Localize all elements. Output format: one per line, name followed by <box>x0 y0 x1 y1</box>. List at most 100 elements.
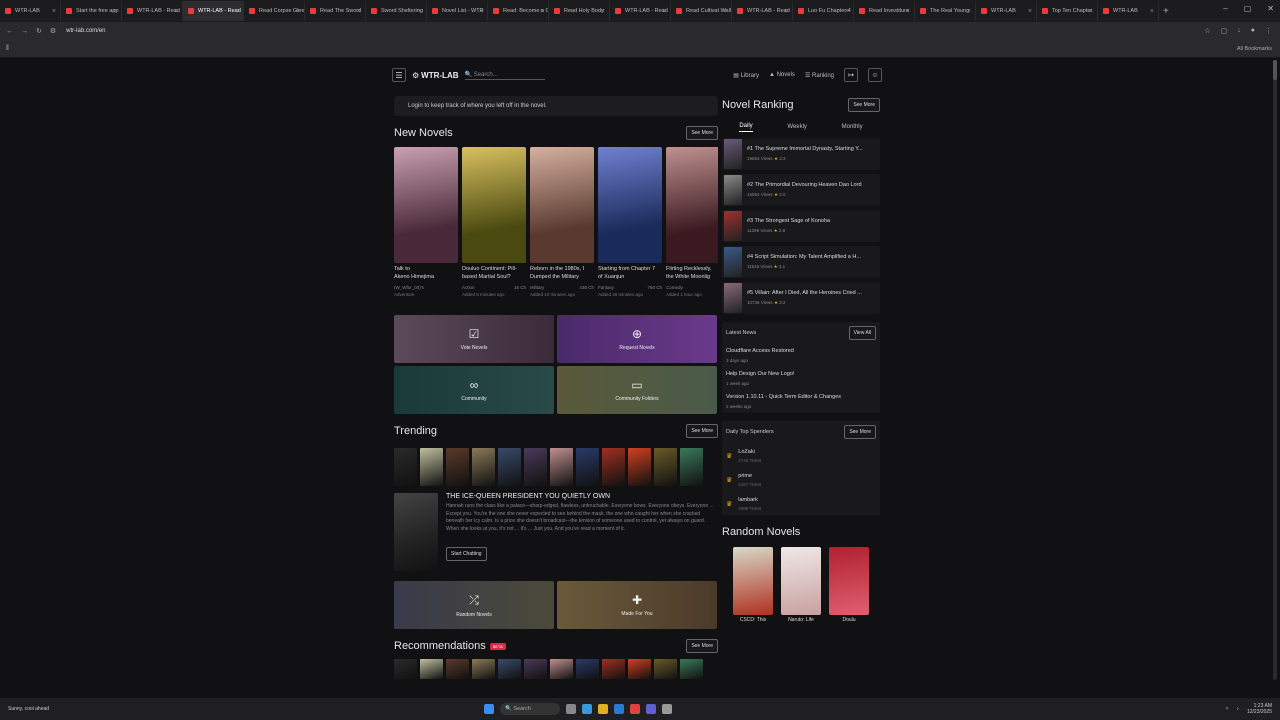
browser-tab[interactable]: Read: Become a Gl × <box>488 1 549 21</box>
novel-thumbnail[interactable] <box>394 659 417 679</box>
random-cover[interactable] <box>781 547 821 615</box>
random-cover[interactable] <box>829 547 869 615</box>
see-more-button[interactable]: See More <box>848 98 880 112</box>
see-more-button[interactable]: See More <box>844 425 876 439</box>
ranking-cover[interactable] <box>724 211 742 241</box>
random-novel[interactable]: Naruto: Life <box>781 547 821 623</box>
close-tab-icon[interactable]: × <box>113 8 117 15</box>
novel-thumbnail[interactable] <box>654 659 677 679</box>
novel-thumbnail[interactable] <box>472 448 495 486</box>
ranking-cover[interactable] <box>724 283 742 313</box>
discord-icon[interactable] <box>646 704 656 714</box>
novel-thumbnail[interactable] <box>472 659 495 679</box>
novel-cover[interactable] <box>530 147 594 263</box>
browser-tab[interactable]: Read Corpse Glee × <box>244 1 305 21</box>
novel-thumbnail[interactable] <box>420 659 443 679</box>
close-window-icon[interactable]: ✕ <box>1267 4 1274 13</box>
browser-tab[interactable]: Read Holy Body × <box>549 1 610 21</box>
spender-item[interactable]: ♛ lambark 2099 Ticket <box>726 497 876 511</box>
ranking-cover[interactable] <box>724 139 742 169</box>
file-explorer-icon[interactable] <box>598 704 608 714</box>
reload-icon[interactable]: ↻ <box>36 27 42 35</box>
browser-menu-icon[interactable]: ⋮ <box>1265 27 1272 35</box>
settings-icon[interactable] <box>662 704 672 714</box>
random-novel[interactable]: Doulu <box>829 547 869 623</box>
novel-card[interactable]: Flirting Recklessly, the White Moonlig Com… <box>666 147 718 307</box>
hamburger-menu-icon[interactable]: ☰ <box>392 68 406 82</box>
browser-tab[interactable]: WTR-LAB - Read × <box>610 1 671 21</box>
novel-cover[interactable] <box>462 147 526 263</box>
close-tab-icon[interactable]: × <box>418 8 422 15</box>
close-tab-icon[interactable]: × <box>296 8 300 15</box>
start-chatting-button[interactable]: Start Chatting <box>446 547 487 561</box>
browser-tab[interactable]: WTR-LAB - Read × <box>732 1 793 21</box>
extensions-icon[interactable]: ▢ <box>1221 27 1228 35</box>
novel-thumbnail[interactable] <box>680 659 703 679</box>
browser-tab[interactable]: The Real Young × <box>915 1 976 21</box>
taskbar-search[interactable]: 🔍 Search <box>500 703 560 715</box>
novel-thumbnail[interactable] <box>628 659 651 679</box>
nav-library[interactable]: ▤ Library <box>733 72 759 79</box>
close-tab-icon[interactable]: × <box>479 8 483 15</box>
quick-link-tile[interactable]: ⤮ Random Novels <box>394 581 554 629</box>
close-tab-icon[interactable]: × <box>174 8 178 15</box>
random-novel[interactable]: CSCD: This <box>733 547 773 623</box>
see-more-button[interactable]: See More <box>686 639 718 653</box>
novel-thumbnail[interactable] <box>602 448 625 486</box>
tab-daily[interactable]: Daily <box>739 123 753 132</box>
nav-novels[interactable]: ▲ Novels <box>769 72 795 78</box>
close-tab-icon[interactable]: × <box>784 8 788 15</box>
browser-tab[interactable]: Start the free app × <box>61 1 122 21</box>
quick-link-tile[interactable]: ✚ Made For You <box>557 581 717 629</box>
page-scrollbar[interactable] <box>1273 60 1277 680</box>
novel-thumbnail[interactable] <box>446 448 469 486</box>
profile-icon[interactable]: ● <box>1251 27 1255 35</box>
chrome-icon[interactable] <box>630 704 640 714</box>
ranking-item[interactable]: #2 The Primordial Devouring Heaven Dao L… <box>722 174 880 206</box>
close-tab-icon[interactable]: × <box>1028 8 1032 15</box>
browser-tab[interactable]: WTR-LAB - Read × <box>183 1 244 21</box>
ranking-item[interactable]: #1 The Supreme Immortal Dynasty, Startin… <box>722 138 880 170</box>
maximize-icon[interactable]: ▢ <box>1244 4 1252 13</box>
close-tab-icon[interactable]: × <box>235 8 239 15</box>
edge-icon[interactable] <box>582 704 592 714</box>
novel-thumbnail[interactable] <box>550 659 573 679</box>
novel-thumbnail[interactable] <box>394 448 417 486</box>
close-tab-icon[interactable]: × <box>723 8 727 15</box>
browser-tab[interactable]: Top Ten Chapter × <box>1037 1 1098 21</box>
novel-thumbnail[interactable] <box>498 448 521 486</box>
quick-link-tile[interactable]: ∞ Community <box>394 366 554 414</box>
tab-weekly[interactable]: Weekly <box>787 124 807 130</box>
spender-item[interactable]: ♛ prime 2157 Ticket <box>726 473 876 487</box>
novel-thumbnail[interactable] <box>524 448 547 486</box>
start-icon[interactable] <box>484 704 494 714</box>
clock[interactable]: 1:23 AM 12/23/2025 <box>1247 703 1272 716</box>
all-bookmarks[interactable]: All Bookmarks <box>1237 46 1272 52</box>
novel-cover[interactable] <box>394 147 458 263</box>
browser-tab[interactable]: WTR-LAB × <box>0 1 61 21</box>
view-all-button[interactable]: View All <box>848 326 876 340</box>
task-view-icon[interactable] <box>566 704 576 714</box>
spender-item[interactable]: ♛ LoZaki 2745 Ticket <box>726 449 876 463</box>
wifi-icon[interactable]: ≈ <box>1226 706 1229 712</box>
novel-card[interactable]: Reborn in the 1980s, I Dumped the Militar… <box>530 147 594 307</box>
novel-thumbnail[interactable] <box>576 448 599 486</box>
forward-icon[interactable]: → <box>21 28 28 35</box>
close-tab-icon[interactable]: × <box>967 8 971 15</box>
quick-link-tile[interactable]: ☑ Vote Novels <box>394 315 554 363</box>
nav-ranking[interactable]: ☰ Ranking <box>805 72 834 79</box>
see-more-button[interactable]: See More <box>686 126 718 140</box>
novel-thumbnail[interactable] <box>628 448 651 486</box>
ranking-item[interactable]: #3 The Strongest Sage of Konoha 11395 Vie… <box>722 210 880 242</box>
novel-cover[interactable] <box>598 147 662 263</box>
browser-tab[interactable]: Read Investiture × <box>854 1 915 21</box>
close-tab-icon[interactable]: × <box>906 8 910 15</box>
store-icon[interactable] <box>614 704 624 714</box>
url-field[interactable]: wtr-lab.com/en <box>66 28 105 34</box>
new-tab-icon[interactable]: + <box>1163 6 1169 17</box>
see-more-button[interactable]: See More <box>686 424 718 438</box>
minimize-icon[interactable]: – <box>1223 4 1227 13</box>
novel-thumbnail[interactable] <box>420 448 443 486</box>
feature-image[interactable] <box>394 493 438 571</box>
novel-card[interactable]: Douluo Continent: Pill-based Martial Sou… <box>462 147 526 307</box>
